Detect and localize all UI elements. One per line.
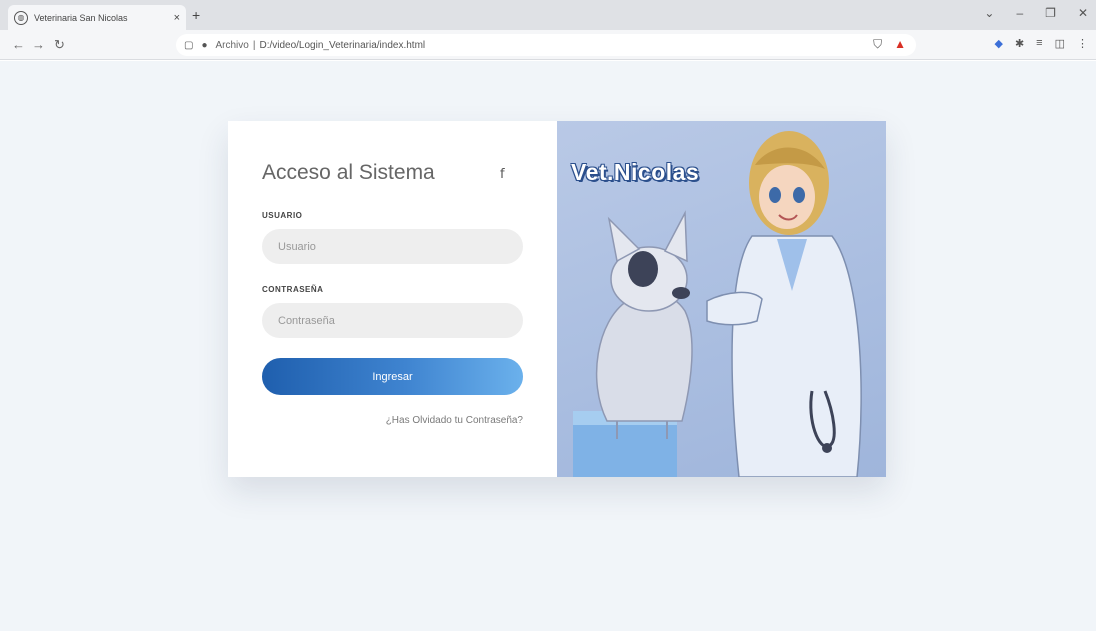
address-bar[interactable]: ▢ ● Archivo | D:/video/Login_Veterinaria… [176, 34, 916, 56]
reading-list-icon[interactable]: ≡ [1036, 37, 1042, 50]
browser-toolbar: ← → ↻ ▢ ● Archivo | D:/video/Login_Veter… [0, 30, 1096, 60]
page-background: Acceso al Sistema f USUARIO CONTRASEÑA I… [0, 61, 1096, 631]
sidebar-icon[interactable]: ◫ [1055, 37, 1065, 50]
browser-tab[interactable]: ◍ Veterinaria San Nicolas × [8, 5, 186, 30]
login-form: Acceso al Sistema f USUARIO CONTRASEÑA I… [228, 121, 557, 477]
username-label: USUARIO [262, 211, 303, 220]
close-window-icon[interactable]: ✕ [1078, 6, 1088, 20]
tab-search-icon[interactable]: ⌄ [984, 6, 994, 20]
dog-figure [595, 210, 693, 439]
reload-icon[interactable]: ↻ [54, 37, 65, 53]
new-tab-icon[interactable]: + [192, 7, 200, 23]
close-tab-icon[interactable]: × [174, 12, 180, 24]
username-input[interactable] [262, 229, 523, 264]
login-title: Acceso al Sistema [262, 161, 435, 184]
address-bar-actions: ⛉ ▲ [873, 37, 906, 52]
browser-tab-bar: ◍ Veterinaria San Nicolas × + ⌄ – ❐ ✕ [0, 0, 1096, 30]
forgot-password-link[interactable]: ¿Has Olvidado tu Contraseña? [386, 415, 523, 426]
login-card: Acceso al Sistema f USUARIO CONTRASEÑA I… [228, 121, 886, 477]
extension-icons: ◆ ✱ ≡ ◫ ⋮ [994, 37, 1088, 50]
facebook-icon[interactable]: f [500, 167, 505, 182]
address-separator: | [252, 39, 256, 51]
page-icon: ▢ [184, 39, 194, 51]
globe-icon: ◍ [14, 10, 28, 25]
warning-icon[interactable]: ▲ [894, 37, 906, 52]
address-url: D:/video/Login_Veterinaria/index.html [259, 39, 426, 51]
puzzle-icon[interactable]: ✱ [1015, 37, 1024, 50]
forward-icon[interactable]: → [32, 37, 45, 52]
brand-logo: Vet.Nicolas [571, 159, 700, 185]
info-icon[interactable]: ● [201, 40, 207, 51]
menu-icon[interactable]: ⋮ [1077, 37, 1088, 50]
password-input[interactable] [262, 303, 523, 338]
password-label: CONTRASEÑA [262, 285, 324, 294]
shield-icon[interactable]: ⛉ [873, 37, 882, 52]
vet-figure [706, 131, 862, 477]
window-controls: ⌄ – ❐ ✕ [984, 6, 1088, 20]
back-icon[interactable]: ← [12, 37, 25, 52]
tab-title: Veterinaria San Nicolas [34, 12, 128, 23]
login-button[interactable]: Ingresar [262, 358, 523, 395]
address-chip: Archivo [215, 39, 249, 51]
illustration-panel: Vet.Nicolas [557, 121, 886, 477]
restore-icon[interactable]: ❐ [1045, 6, 1056, 20]
minimize-icon[interactable]: – [1016, 6, 1023, 20]
extension-icon[interactable]: ◆ [994, 37, 1002, 50]
